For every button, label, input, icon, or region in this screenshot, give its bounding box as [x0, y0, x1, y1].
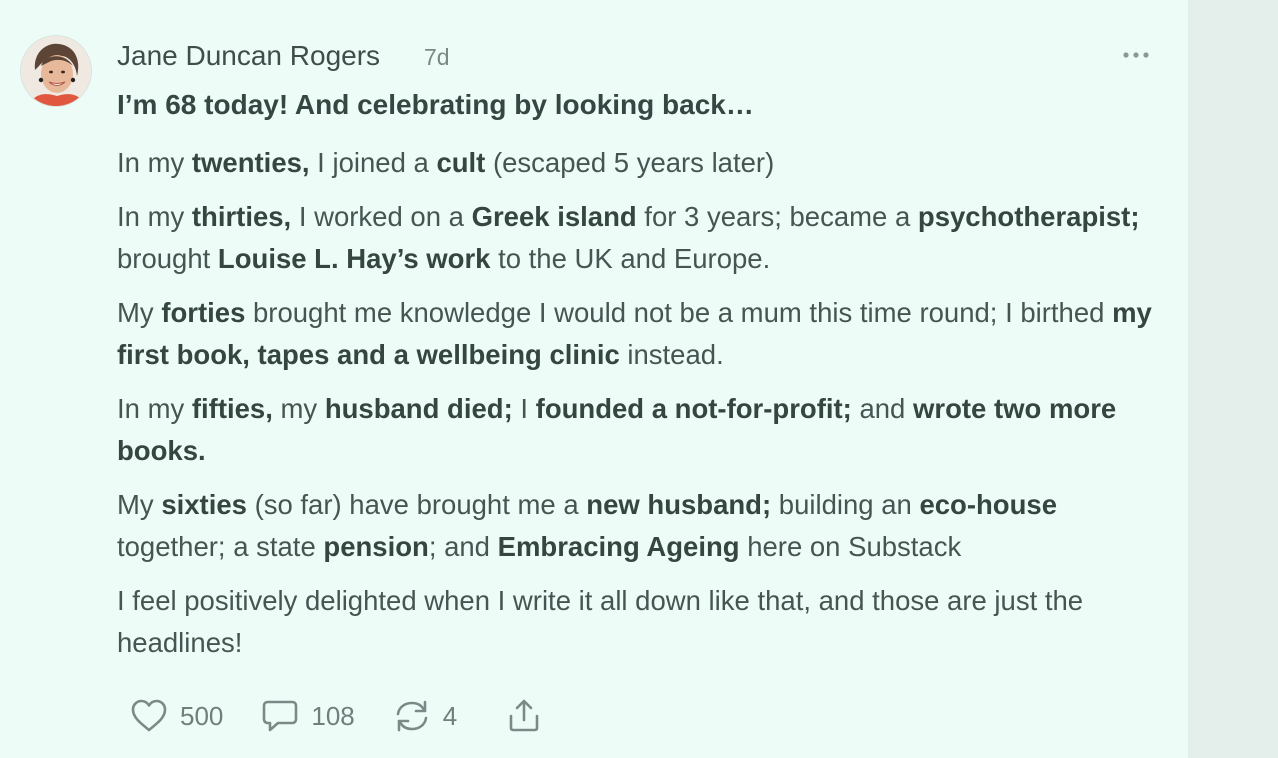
text-segment: for 3 years; became a	[636, 201, 918, 232]
author-avatar[interactable]	[21, 36, 91, 106]
text-segment: ; and	[428, 531, 498, 562]
like-count: 500	[180, 700, 224, 731]
post-actions: 500 108 4	[130, 694, 543, 738]
text-segment: together; a state	[117, 531, 324, 562]
text-segment: here on Substack	[739, 531, 962, 562]
text-segment: brought	[117, 243, 218, 274]
bold-text: twenties,	[191, 147, 310, 178]
text-segment: I worked on a	[291, 201, 472, 232]
bold-text: eco-house	[919, 489, 1057, 520]
comment-count: 108	[311, 700, 355, 731]
post-paragraph: My forties brought me knowledge I would …	[117, 292, 1167, 376]
bold-text: husband died;	[324, 393, 513, 424]
bold-text: fifties,	[191, 393, 273, 424]
text-segment: My	[117, 489, 162, 520]
bold-text: pension	[323, 531, 429, 562]
bold-text: thirties,	[191, 201, 292, 232]
heart-icon	[131, 699, 167, 732]
author-name[interactable]: Jane Duncan Rogers	[117, 38, 380, 74]
bold-text: sixties	[161, 489, 247, 520]
comment-button[interactable]: 108	[261, 698, 355, 734]
share-button[interactable]	[505, 698, 543, 734]
more-options-button[interactable]	[1118, 44, 1154, 66]
text-segment: I	[512, 393, 536, 424]
post-headline: I’m 68 today! And celebrating by looking…	[117, 89, 754, 120]
restack-button[interactable]: 4	[393, 698, 457, 734]
speech-bubble-icon	[263, 700, 298, 732]
post-paragraph: In my thirties, I worked on a Greek isla…	[117, 196, 1167, 280]
text-segment: In my	[117, 201, 192, 232]
text-segment: In my	[117, 393, 192, 424]
text-segment: I joined a	[309, 147, 437, 178]
bold-text: Embracing Ageing	[497, 531, 740, 562]
text-segment: brought me knowledge I would not be a mu…	[245, 297, 1113, 328]
post-card: Jane Duncan Rogers 7d I’m 68 today! And …	[0, 0, 1188, 758]
text-segment: (escaped 5 years later)	[485, 147, 775, 178]
like-button[interactable]: 500	[130, 698, 223, 734]
text-segment: My	[117, 297, 162, 328]
text-segment: I feel positively delighted when I write…	[117, 585, 1084, 658]
post-body: In my twenties, I joined a cult (escaped…	[117, 142, 1167, 676]
restack-count: 4	[442, 700, 458, 731]
text-segment: my	[272, 393, 325, 424]
avatar-photo	[21, 36, 91, 106]
bold-text: Louise L. Hay’s work	[217, 243, 491, 274]
ellipsis-icon	[1123, 52, 1149, 58]
bold-text: founded a not-for-profit;	[535, 393, 852, 424]
text-segment: (so far) have brought me a	[246, 489, 587, 520]
share-upload-icon	[509, 699, 539, 732]
bold-text: new husband;	[586, 489, 772, 520]
restack-arrows-icon	[396, 700, 428, 732]
post-timestamp[interactable]: 7d	[424, 41, 450, 73]
bold-text: Greek island	[471, 201, 637, 232]
bold-text: cult	[436, 147, 486, 178]
bold-text: forties	[161, 297, 246, 328]
post-paragraph: In my fifties, my husband died; I founde…	[117, 388, 1167, 472]
text-segment: building an	[771, 489, 920, 520]
text-segment: In my	[117, 147, 192, 178]
post-paragraph: I feel positively delighted when I write…	[117, 580, 1167, 664]
text-segment: and	[851, 393, 913, 424]
post-paragraph: My sixties (so far) have brought me a ne…	[117, 484, 1167, 568]
bold-text: psychotherapist;	[917, 201, 1140, 232]
post-paragraph: In my twenties, I joined a cult (escaped…	[117, 142, 1167, 184]
text-segment: instead.	[619, 339, 724, 370]
text-segment: to the UK and Europe.	[490, 243, 771, 274]
